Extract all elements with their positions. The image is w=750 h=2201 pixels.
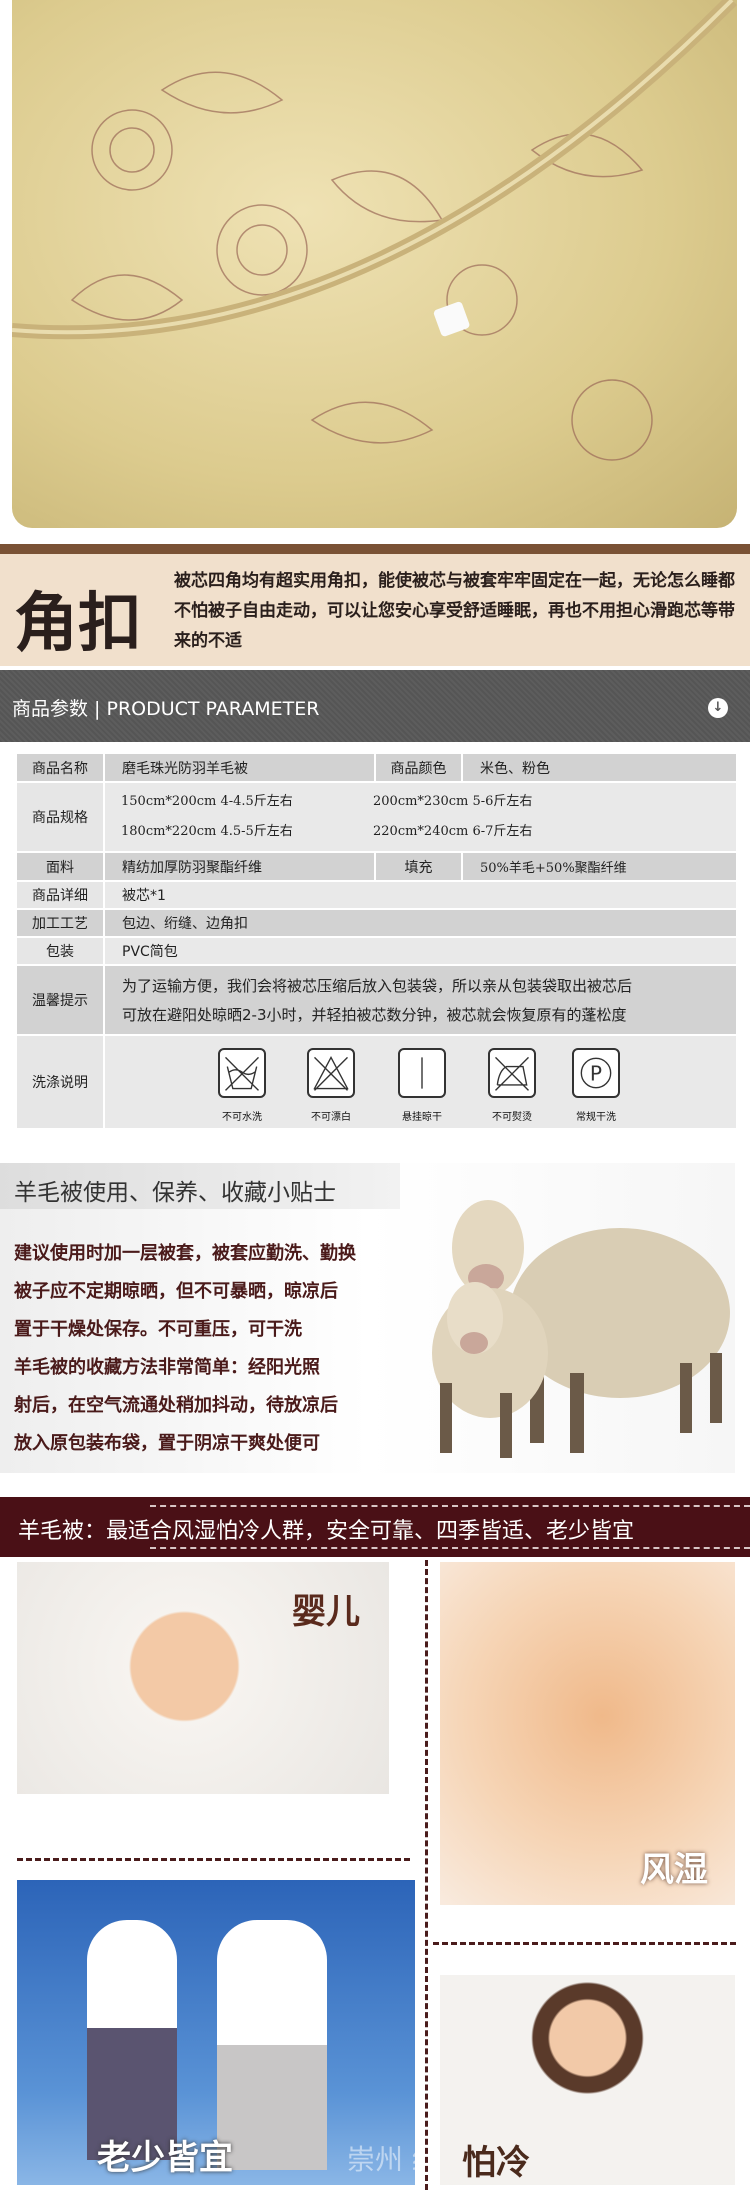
wash-label: 不可漂白: [311, 1112, 351, 1123]
person-figure: [217, 1920, 327, 2170]
dashed-line: [150, 1505, 750, 1507]
value-detail: 被芯*1: [105, 882, 736, 908]
wash-symbol: 不可水洗: [217, 1048, 267, 1123]
value-fabric: 精纺加厚防羽聚酯纤维: [105, 853, 374, 880]
value-color: 米色、粉色: [463, 754, 736, 781]
rheumatism-photo: 风湿: [440, 1562, 735, 1905]
tip-line: 建议使用时加一层被套，被套应勤洗、勤换: [14, 1243, 356, 1264]
no-iron-icon: [488, 1048, 536, 1098]
svg-text:P: P: [590, 1061, 602, 1085]
dashed-divider: [17, 1858, 410, 1861]
hero-quilt-photo: [0, 0, 750, 540]
divider-bar: [0, 544, 750, 554]
all-ages-photo: 老少皆宜 崇州 纺织品: [17, 1880, 415, 2185]
tip-line: 射后，在空气流通处稍加抖动，待放凉后: [14, 1395, 338, 1416]
all-ages-label: 老少皆宜: [97, 2138, 233, 2178]
spec-item: 200cm*230cm 5-6斤左右: [373, 794, 533, 809]
spec-item: 150cm*200cm 4-4.5斤左右: [121, 794, 293, 809]
wash-label: 常规干洗: [576, 1112, 616, 1123]
label-name: 商品名称: [17, 754, 103, 781]
dashed-divider: [425, 1560, 428, 2190]
no-bleach-icon: [307, 1048, 355, 1098]
target-audience-banner: 羊毛被：最适合风湿怕冷人群，安全可靠、四季皆适、老少皆宜: [0, 1497, 750, 1557]
tips-line: 可放在避阳处晾晒2-3小时，并轻拍被芯数分钟，被芯就会恢复原有的蓬松度: [122, 1006, 627, 1024]
tips-line: 为了运输方便，我们会将被芯压缩后放入包装袋，所以亲从包装袋取出被芯后: [122, 977, 633, 995]
dashed-line: [150, 1547, 750, 1549]
cold-photo: 怕冷: [440, 1975, 735, 2185]
corner-buckle-section: 角扣 被芯四角均有超实用角扣，能使被芯与被套牢牢固定在一起，无论怎么睡都不怕被子…: [0, 554, 750, 666]
care-tips-body: 建议使用时加一层被套，被套应勤洗、勤换 被子应不定期晾晒，但不可暴晒，晾凉后 置…: [14, 1235, 434, 1463]
download-arrow-icon[interactable]: ↓: [708, 698, 728, 718]
label-tips: 温馨提示: [17, 966, 103, 1034]
label-wash: 洗涤说明: [17, 1036, 103, 1128]
label-spec: 商品规格: [17, 783, 103, 851]
value-tips: 为了运输方便，我们会将被芯压缩后放入包装袋，所以亲从包装袋取出被芯后 可放在避阳…: [105, 966, 736, 1034]
spec-item: 220cm*240cm 6-7斤左右: [373, 824, 533, 839]
label-fabric: 面料: [17, 853, 103, 880]
wash-symbol: 不可熨烫: [487, 1048, 537, 1123]
person-figure: [87, 1920, 177, 2160]
label-color: 商品颜色: [376, 754, 461, 781]
rheumatism-label: 风湿: [640, 1850, 708, 1890]
wash-symbol: 不可漂白: [306, 1048, 356, 1123]
baby-label: 婴儿: [292, 1592, 360, 1632]
value-fill: 50%羊毛+50%聚酯纤维: [463, 853, 736, 880]
label-fill: 填充: [376, 853, 461, 880]
sheep-image: [432, 1200, 730, 1458]
no-wash-icon: [218, 1048, 266, 1098]
wash-label: 不可熨烫: [492, 1112, 532, 1123]
tip-line: 被子应不定期晾晒，但不可暴晒，晾凉后: [14, 1281, 338, 1302]
care-tips-section: 羊毛被使用、保养、收藏小贴士 建议使用时加一层被套，被套应勤洗、勤换 被子应不定…: [0, 1163, 735, 1473]
dry-clean-p-icon: P: [572, 1048, 620, 1098]
section-title: 商品参数 | PRODUCT PARAMETER: [12, 698, 320, 720]
spec-item: 180cm*220cm 4.5-5斤左右: [121, 824, 293, 839]
corner-description: 被芯四角均有超实用角扣，能使被芯与被套牢牢固定在一起，无论怎么睡都不怕被子自由走…: [174, 571, 735, 651]
tip-line: 置于干燥处保存。不可重压，可干洗: [14, 1319, 302, 1340]
wash-symbol: P 常规干洗: [571, 1048, 621, 1123]
watermark: 崇州 纺织品: [347, 2143, 415, 2176]
value-name: 磨毛珠光防羽羊毛被: [105, 754, 374, 781]
hang-dry-icon: [398, 1048, 446, 1098]
baby-photo: 婴儿: [17, 1562, 389, 1794]
care-tips-title: 羊毛被使用、保养、收藏小贴士: [0, 1163, 400, 1209]
value-pack: PVC简包: [105, 938, 736, 964]
tip-line: 放入原包装布袋，置于阴凉干爽处便可: [14, 1433, 320, 1454]
banner-text: 羊毛被：最适合风湿怕冷人群，安全可靠、四季皆适、老少皆宜: [18, 1519, 635, 1544]
value-craft: 包边、绗缝、边角扣: [105, 910, 736, 936]
wash-label: 悬挂晾干: [402, 1112, 442, 1123]
label-craft: 加工工艺: [17, 910, 103, 936]
product-parameter-header: 商品参数 | PRODUCT PARAMETER ↓: [0, 670, 750, 742]
tip-line: 羊毛被的收藏方法非常简单：经阳光照: [14, 1357, 320, 1378]
wash-symbol: 悬挂晾干: [397, 1048, 447, 1123]
label-pack: 包装: [17, 938, 103, 964]
dashed-divider: [433, 1942, 736, 1945]
wash-label: 不可水洗: [222, 1112, 262, 1123]
quilt-image: [12, 0, 737, 528]
floral-pattern: [12, 0, 737, 461]
label-detail: 商品详细: [17, 882, 103, 908]
corner-title: 角扣: [14, 586, 142, 661]
cold-label: 怕冷: [462, 2143, 530, 2183]
